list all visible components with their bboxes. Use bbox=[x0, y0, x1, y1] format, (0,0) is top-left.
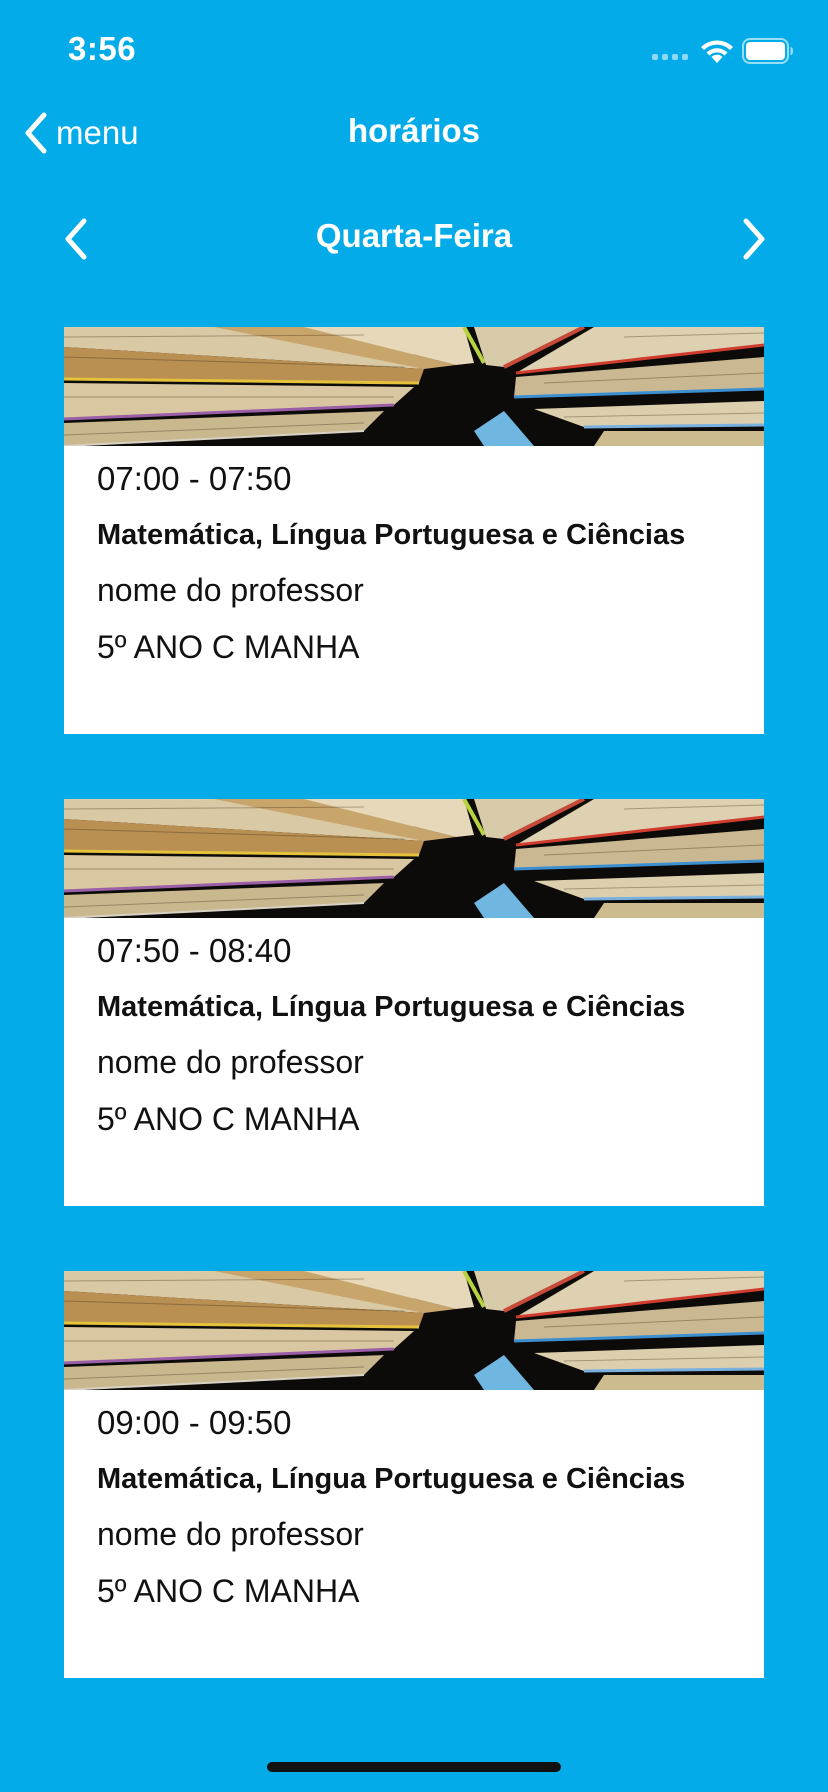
class-teacher: nome do professor bbox=[97, 1044, 364, 1080]
class-subject: Matemática, Língua Portuguesa e Ciências bbox=[97, 1463, 686, 1495]
status-bar: 3:56 bbox=[0, 0, 828, 100]
class-time: 09:00 - 09:50 bbox=[97, 1404, 292, 1441]
class-group: 5º ANO C MANHA bbox=[97, 1573, 360, 1609]
schedule-card[interactable]: 09:00 - 09:50 Matemática, Língua Portugu… bbox=[64, 1271, 764, 1678]
navigation-bar: menu horários bbox=[0, 100, 828, 166]
page-title: horários bbox=[347, 112, 481, 149]
next-day-button[interactable] bbox=[730, 215, 774, 263]
class-teacher: nome do professor bbox=[97, 572, 364, 608]
day-title: Quarta-Feira bbox=[315, 217, 513, 254]
class-subject: Matemática, Língua Portuguesa e Ciências bbox=[97, 991, 686, 1023]
class-group: 5º ANO C MANHA bbox=[97, 1101, 360, 1137]
card-body: 07:00 - 07:50 Matemática, Língua Portugu… bbox=[97, 459, 744, 684]
card-body: 09:00 - 09:50 Matemática, Língua Portugu… bbox=[97, 1403, 744, 1628]
class-teacher: nome do professor bbox=[97, 1516, 364, 1552]
card-body: 07:50 - 08:40 Matemática, Língua Portugu… bbox=[97, 931, 744, 1156]
schedule-card[interactable]: 07:00 - 07:50 Matemática, Língua Portugu… bbox=[64, 327, 764, 734]
battery-icon bbox=[742, 38, 793, 64]
class-group: 5º ANO C MANHA bbox=[97, 629, 360, 665]
class-time: 07:00 - 07:50 bbox=[97, 460, 292, 497]
wifi-icon bbox=[701, 40, 733, 63]
class-subject: Matemática, Língua Portuguesa e Ciências bbox=[97, 519, 686, 551]
books-banner-image bbox=[64, 799, 764, 918]
books-banner-image bbox=[64, 327, 764, 446]
class-time: 07:50 - 08:40 bbox=[97, 932, 292, 969]
books-banner-image bbox=[64, 1271, 764, 1390]
schedule-card[interactable]: 07:50 - 08:40 Matemática, Língua Portugu… bbox=[64, 799, 764, 1206]
day-selector: Quarta-Feira bbox=[0, 205, 828, 271]
home-indicator bbox=[267, 1762, 561, 1772]
status-time: 3:56 bbox=[68, 30, 137, 67]
signal-icon bbox=[652, 54, 688, 60]
schedule-screen: 3:56 menu horários Quarta-Feira 07:00 - … bbox=[0, 0, 828, 1792]
